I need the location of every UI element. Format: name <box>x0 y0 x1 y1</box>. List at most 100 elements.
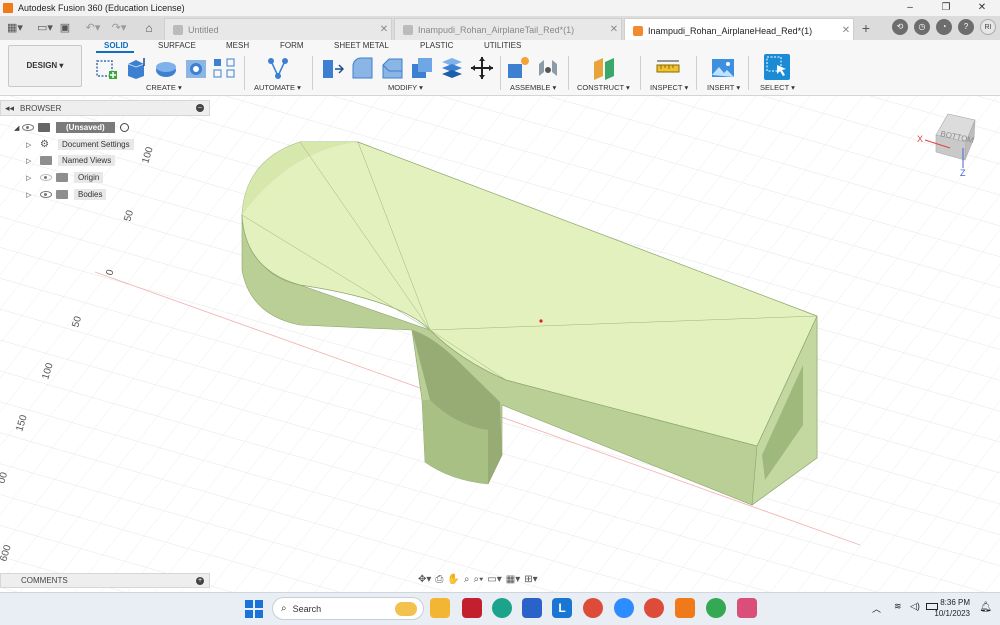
expand-icon[interactable]: ▷ <box>26 174 34 182</box>
file-menu-icon[interactable]: ▭▾ <box>34 20 56 36</box>
automate-icon[interactable] <box>266 56 290 80</box>
snipping-tool-icon[interactable] <box>737 598 757 618</box>
tab-utilities[interactable]: UTILITIES <box>484 41 521 50</box>
user-avatar[interactable]: RI <box>980 19 996 35</box>
rectangular-pattern-icon[interactable] <box>212 56 236 80</box>
measure-icon[interactable] <box>656 56 680 80</box>
zoom-icon[interactable]: ⌕ <box>464 574 470 585</box>
home-icon[interactable]: ⌂ <box>140 20 158 36</box>
lockdown-browser-icon[interactable]: L <box>552 598 572 618</box>
tab-airplane-head[interactable]: Inampudi_Rohan_AirplaneHead_Red*(1) ✕ <box>624 18 854 42</box>
group-select[interactable]: SELECT ▾ <box>760 83 795 92</box>
close-tab-icon[interactable]: ✕ <box>839 25 853 36</box>
hole-icon[interactable] <box>184 56 208 80</box>
collapse-panel-icon[interactable]: ◂◂ <box>5 103 14 114</box>
visibility-icon[interactable] <box>22 124 34 131</box>
group-inspect[interactable]: INSPECT ▾ <box>650 83 688 92</box>
expand-icon[interactable]: ▷ <box>26 157 34 165</box>
volume-icon[interactable]: ◁) <box>910 601 920 612</box>
zoom-window-icon[interactable]: ⌕▾ <box>473 574 483 585</box>
look-at-icon[interactable]: ⎙ <box>435 574 443 585</box>
press-pull-icon[interactable] <box>320 56 344 80</box>
save-icon[interactable]: ▣ <box>58 20 72 36</box>
mcafee-icon[interactable] <box>462 598 482 618</box>
notification-bell-icon[interactable]: 🔔︎ <box>979 602 992 613</box>
shell-icon[interactable] <box>410 56 434 80</box>
browser-item-origin[interactable]: ▷ Origin <box>26 171 104 184</box>
extensions-icon[interactable]: ⟲ <box>892 19 908 35</box>
extrude-icon[interactable] <box>124 56 148 80</box>
fillet-icon[interactable] <box>350 56 374 80</box>
tab-airplane-tail[interactable]: Inampudi_Rohan_AirplaneTail_Red*(1) ✕ <box>394 18 622 40</box>
fusion-taskbar-icon[interactable] <box>675 598 695 618</box>
tab-mesh[interactable]: MESH <box>226 41 249 50</box>
clock-time[interactable]: 8:36 PM <box>940 598 970 607</box>
tab-untitled[interactable]: Untitled ✕ <box>164 18 392 40</box>
clock-date[interactable]: 10/1/2023 <box>934 609 970 618</box>
browser-item-named-views[interactable]: ▷ Named Views <box>26 154 116 167</box>
browser-item-bodies[interactable]: ▷ Bodies <box>26 188 107 201</box>
chrome-profile-icon[interactable] <box>644 598 664 618</box>
browser-panel-header[interactable]: ◂◂ BROWSER – <box>0 100 210 116</box>
browser-root[interactable]: ◢ (Unsaved) <box>14 121 129 134</box>
visibility-icon[interactable] <box>40 191 52 198</box>
joint-icon[interactable] <box>536 56 560 80</box>
display-settings-icon[interactable]: ▭▾ <box>487 574 501 585</box>
tab-form[interactable]: FORM <box>280 41 304 50</box>
expand-icon[interactable]: ▷ <box>26 191 34 199</box>
group-create[interactable]: CREATE ▾ <box>146 83 182 92</box>
new-tab-icon[interactable]: + <box>858 20 874 36</box>
create-sketch-icon[interactable] <box>94 56 118 80</box>
offset-plane-icon[interactable] <box>592 56 616 80</box>
move-copy-icon[interactable] <box>470 56 494 80</box>
viewports-icon[interactable]: ⊞▾ <box>524 574 537 585</box>
expand-icon[interactable]: ◢ <box>14 124 22 132</box>
edge-icon[interactable] <box>492 598 512 618</box>
chrome-alt-icon[interactable] <box>706 598 726 618</box>
notifications-icon[interactable]: ◔ <box>936 19 952 35</box>
close-tab-icon[interactable]: ✕ <box>607 24 621 35</box>
group-assemble[interactable]: ASSEMBLE ▾ <box>510 83 556 92</box>
revolve-icon[interactable] <box>154 56 178 80</box>
tab-surface[interactable]: SURFACE <box>158 41 196 50</box>
chevron-up-icon[interactable]: ︿ <box>872 602 881 615</box>
insert-image-icon[interactable] <box>711 56 735 80</box>
pan-icon[interactable]: ✋ <box>447 574 459 585</box>
zoom-app-icon[interactable] <box>614 598 634 618</box>
group-automate[interactable]: AUTOMATE ▾ <box>254 83 301 92</box>
job-status-icon[interactable]: ◷ <box>914 19 930 35</box>
combine-icon[interactable] <box>440 56 464 80</box>
minimize-panel-icon[interactable]: – <box>196 104 204 112</box>
grid-menu-icon[interactable]: ▦▾ <box>4 20 26 36</box>
browser-item-document-settings[interactable]: ▷ ⚙ Document Settings <box>26 138 134 151</box>
tab-plastic[interactable]: PLASTIC <box>420 41 453 50</box>
3d-viewport[interactable]: 100 50 0 50 100 150 00 600 BOTTOM X Z <box>0 96 1000 592</box>
maximize-button[interactable]: ❐ <box>928 0 964 16</box>
redo-icon[interactable]: ↷▾ <box>108 20 130 36</box>
undo-icon[interactable]: ↶▾ <box>82 20 104 36</box>
add-comment-icon[interactable]: + <box>196 577 204 585</box>
minimize-button[interactable]: – <box>892 0 928 16</box>
taskbar-search[interactable]: ⌕ Search <box>272 597 424 620</box>
file-explorer-icon[interactable] <box>430 598 450 618</box>
group-modify[interactable]: MODIFY ▾ <box>388 83 423 92</box>
group-insert[interactable]: INSERT ▾ <box>707 83 740 92</box>
workspace-switcher[interactable]: DESIGN ▾ <box>8 45 82 87</box>
close-button[interactable]: ✕ <box>964 0 1000 16</box>
active-radio-icon[interactable] <box>119 123 129 132</box>
chrome-icon[interactable] <box>583 598 603 618</box>
expand-icon[interactable]: ▷ <box>26 141 34 149</box>
store-icon[interactable] <box>522 598 542 618</box>
grid-settings-icon[interactable]: ▦▾ <box>506 574 520 585</box>
tab-solid[interactable]: SOLID <box>104 41 128 50</box>
visibility-icon[interactable] <box>40 174 52 181</box>
comments-panel[interactable]: COMMENTS + <box>0 573 210 588</box>
new-component-icon[interactable] <box>506 56 530 80</box>
wifi-icon[interactable]: ≋ <box>894 601 902 612</box>
chamfer-icon[interactable] <box>380 56 404 80</box>
help-icon[interactable]: ? <box>958 19 974 35</box>
windows-start-icon[interactable] <box>245 600 263 618</box>
group-construct[interactable]: CONSTRUCT ▾ <box>577 83 630 92</box>
close-tab-icon[interactable]: ✕ <box>377 24 391 35</box>
select-tool-icon[interactable] <box>764 54 790 80</box>
